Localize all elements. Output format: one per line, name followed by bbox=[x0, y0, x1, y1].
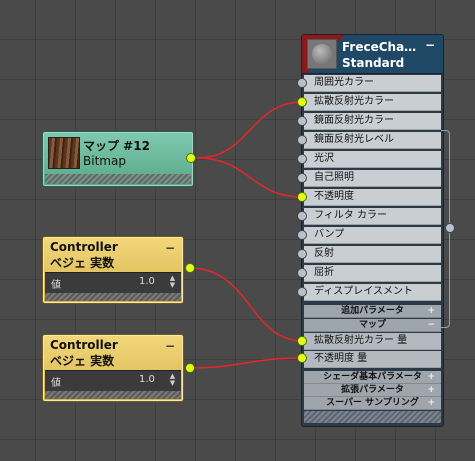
expand-icon[interactable]: + bbox=[427, 371, 435, 383]
socket-specular-color[interactable] bbox=[297, 116, 307, 126]
material-type: Standard bbox=[342, 56, 405, 70]
collapse-icon[interactable]: − bbox=[425, 38, 435, 52]
slot-refraction[interactable]: 屈折 bbox=[304, 265, 441, 282]
spinner-icon[interactable]: ▲ ▼ bbox=[168, 373, 177, 388]
material-node-footer bbox=[304, 411, 441, 423]
collapse-icon[interactable]: − bbox=[427, 319, 435, 331]
collapse-icon[interactable]: − bbox=[165, 339, 175, 353]
controller-node-1[interactable]: Controller ベジェ 実数 − 値 1.0 ▲ ▼ bbox=[42, 236, 184, 304]
param-label: 値 bbox=[51, 280, 61, 291]
slot-specular-color[interactable]: 鏡面反射光カラー bbox=[304, 113, 441, 130]
socket-glossiness[interactable] bbox=[297, 154, 307, 164]
wire-bitmap-to-opacity[interactable] bbox=[196, 157, 304, 198]
material-title: FreceCha… bbox=[342, 40, 417, 54]
socket-reflection[interactable] bbox=[297, 249, 307, 259]
socket-opacity-amount[interactable] bbox=[297, 353, 307, 363]
socket-diffuse-amount[interactable] bbox=[297, 336, 307, 346]
material-output-socket[interactable] bbox=[445, 223, 455, 233]
bitmap-node-type: Bitmap bbox=[83, 154, 126, 168]
socket-ambient-color[interactable] bbox=[297, 78, 307, 88]
param-label: 値 bbox=[51, 378, 61, 389]
bitmap-thumbnail bbox=[48, 137, 80, 169]
section-label: スーパー サンプリング bbox=[326, 398, 419, 408]
slot-bump[interactable]: バンプ bbox=[304, 227, 441, 244]
section-extended-params[interactable]: 拡張パラメータ + bbox=[304, 384, 441, 397]
wire-controller1-to-diffuse-amount[interactable] bbox=[189, 267, 304, 342]
material-node[interactable]: FreceCha… Standard − 周囲光カラー 拡散反射光カラー 鏡面反… bbox=[301, 34, 444, 427]
slot-self-illumination[interactable]: 自己照明 bbox=[304, 170, 441, 187]
bitmap-node-title: マップ #12 bbox=[83, 139, 150, 153]
socket-refraction[interactable] bbox=[297, 268, 307, 278]
controller-1-output-socket[interactable] bbox=[185, 263, 195, 273]
socket-opacity[interactable] bbox=[297, 192, 307, 202]
socket-specular-level[interactable] bbox=[297, 135, 307, 145]
controller-title: Controller bbox=[50, 338, 118, 352]
slot-diffuse-amount[interactable]: 拡散反射光カラー 量 bbox=[304, 333, 441, 350]
wire-controller2-to-opacity-amount[interactable] bbox=[189, 357, 304, 369]
socket-self-illumination[interactable] bbox=[297, 173, 307, 183]
slot-diffuse-color[interactable]: 拡散反射光カラー bbox=[304, 94, 441, 111]
socket-bump[interactable] bbox=[297, 230, 307, 240]
section-supersampling[interactable]: スーパー サンプリング + bbox=[304, 397, 441, 410]
section-label: シェーダ基本パラメータ bbox=[323, 372, 422, 382]
slot-ambient-color[interactable]: 周囲光カラー bbox=[304, 75, 441, 92]
bitmap-output-socket[interactable] bbox=[186, 153, 196, 163]
slot-displacement[interactable]: ディスプレイスメント bbox=[304, 284, 441, 301]
section-label: 拡張パラメータ bbox=[341, 385, 404, 395]
bitmap-node-footer bbox=[45, 174, 191, 184]
socket-filter-color[interactable] bbox=[297, 211, 307, 221]
expand-icon[interactable]: + bbox=[427, 384, 435, 396]
spinner-icon[interactable]: ▲ ▼ bbox=[168, 275, 177, 290]
wire-bitmap-to-diffuse[interactable] bbox=[196, 101, 304, 159]
socket-displacement[interactable] bbox=[297, 287, 307, 297]
section-shader-basic[interactable]: シェーダ基本パラメータ + bbox=[304, 371, 441, 384]
section-maps[interactable]: マップ − bbox=[304, 319, 441, 332]
section-label: 追加パラメータ bbox=[341, 306, 404, 316]
material-header[interactable]: FreceCha… Standard − bbox=[302, 35, 443, 74]
slot-opacity[interactable]: 不透明度 bbox=[304, 189, 441, 206]
controller-footer bbox=[45, 293, 181, 301]
param-value-field[interactable]: 1.0 bbox=[139, 374, 155, 385]
slot-specular-level[interactable]: 鏡面反射光レベル bbox=[304, 132, 441, 149]
controller-type: ベジェ 実数 bbox=[50, 256, 115, 270]
slot-reflection[interactable]: 反射 bbox=[304, 246, 441, 263]
expand-icon[interactable]: + bbox=[427, 305, 435, 317]
slot-filter-color[interactable]: フィルタ カラー bbox=[304, 208, 441, 225]
bitmap-node[interactable]: マップ #12 Bitmap bbox=[42, 131, 194, 187]
controller-param-row: 値 1.0 ▲ ▼ bbox=[45, 370, 181, 391]
expand-icon[interactable]: + bbox=[427, 397, 435, 409]
section-label: マップ bbox=[358, 320, 386, 330]
controller-footer bbox=[45, 391, 181, 399]
controller-param-row: 値 1.0 ▲ ▼ bbox=[45, 272, 181, 293]
controller-2-output-socket[interactable] bbox=[185, 363, 195, 373]
material-preview bbox=[307, 39, 337, 69]
controller-type: ベジェ 実数 bbox=[50, 354, 115, 368]
controller-node-2[interactable]: Controller ベジェ 実数 − 値 1.0 ▲ ▼ bbox=[42, 334, 184, 402]
section-additional-params[interactable]: 追加パラメータ + bbox=[304, 305, 441, 318]
param-value-field[interactable]: 1.0 bbox=[139, 276, 155, 287]
slot-opacity-amount[interactable]: 不透明度 量 bbox=[304, 351, 441, 368]
socket-diffuse-color[interactable] bbox=[297, 97, 307, 107]
collapse-icon[interactable]: − bbox=[165, 241, 175, 255]
controller-title: Controller bbox=[50, 240, 118, 254]
slot-glossiness[interactable]: 光沢 bbox=[304, 151, 441, 168]
